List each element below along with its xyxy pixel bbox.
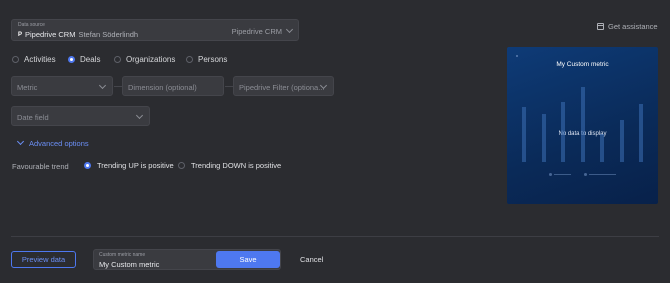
filter-placeholder: Pipedrive Filter (optiona...	[239, 83, 325, 92]
radio-deals[interactable]: Deals	[68, 55, 100, 64]
radio-indicator-selected	[68, 56, 75, 63]
legend-line	[589, 174, 616, 175]
placeholder-bar	[580, 87, 585, 162]
calendar-icon	[597, 23, 604, 30]
placeholder-bar	[561, 102, 565, 162]
divider	[114, 86, 122, 87]
save-button[interactable]: Save	[216, 251, 280, 268]
placeholder-bar	[522, 107, 526, 162]
radio-indicator	[12, 56, 19, 63]
radio-indicator	[114, 56, 121, 63]
radio-label: Persons	[198, 55, 228, 64]
metric-select[interactable]: Metric	[11, 76, 113, 96]
radio-label: Deals	[80, 55, 101, 64]
legend-dot	[584, 173, 587, 176]
placeholder-bar	[600, 134, 604, 162]
card-corner-mark	[516, 55, 518, 57]
data-source-caption: Data source	[18, 22, 45, 28]
radio-label: Organizations	[126, 55, 176, 64]
legend-line	[554, 174, 571, 175]
chevron-down-icon	[285, 25, 294, 34]
data-source-selected: Pipedrive CRM	[231, 27, 282, 36]
chevron-down-icon	[135, 111, 144, 120]
favourable-trend-label: Favourable trend	[12, 162, 69, 171]
radio-indicator-selected	[84, 162, 91, 169]
data-source-user: Stefan Söderlindh	[78, 30, 139, 39]
radio-indicator	[186, 56, 193, 63]
trend-down-radio[interactable]: Trending DOWN is positive	[178, 161, 281, 170]
get-assistance-link[interactable]: Get assistance	[597, 22, 658, 31]
chevron-down-icon	[98, 81, 107, 90]
data-source-app: Pipedrive CRM	[25, 30, 76, 39]
trend-up-radio[interactable]: Trending UP is positive	[84, 161, 174, 170]
radio-persons[interactable]: Persons	[186, 55, 227, 64]
divider	[225, 86, 233, 87]
placeholder-bar	[619, 120, 624, 162]
name-field-value: My Custom metric	[99, 260, 160, 269]
trend-up-label: Trending UP is positive	[97, 161, 174, 170]
placeholder-bar	[639, 104, 643, 162]
radio-organizations[interactable]: Organizations	[114, 55, 175, 64]
get-assistance-label: Get assistance	[608, 22, 658, 31]
trend-down-label: Trending DOWN is positive	[191, 161, 282, 170]
preview-card-title: My Custom metric	[556, 61, 609, 68]
radio-label: Activities	[24, 55, 56, 64]
date-field-select[interactable]: Date field	[11, 106, 150, 126]
pipedrive-logo-icon: P	[18, 31, 23, 38]
chevron-down-icon	[16, 137, 25, 146]
footer-divider	[11, 236, 659, 237]
dimension-select[interactable]: Dimension (optional)	[122, 76, 224, 96]
placeholder-bar	[541, 114, 546, 162]
radio-indicator	[178, 162, 185, 169]
legend-dot	[549, 173, 552, 176]
advanced-options-label: Advanced options	[29, 139, 89, 148]
data-source-value: P Pipedrive CRM Stefan Söderlindh	[18, 30, 138, 39]
metric-preview-card: My Custom metric No data to display	[507, 47, 658, 204]
preview-data-button[interactable]: Preview data	[11, 251, 76, 268]
date-field-placeholder: Date field	[17, 113, 49, 122]
pipedrive-filter-select[interactable]: Pipedrive Filter (optiona...	[233, 76, 334, 96]
data-source-select[interactable]: Data source P Pipedrive CRM Stefan Söder…	[11, 19, 299, 41]
metric-placeholder: Metric	[17, 83, 38, 92]
radio-activities[interactable]: Activities	[12, 55, 56, 64]
cancel-button[interactable]: Cancel	[300, 255, 323, 264]
name-field-caption: Custom metric name	[99, 252, 146, 258]
dimension-placeholder: Dimension (optional)	[128, 83, 197, 92]
advanced-options-toggle[interactable]: Advanced options	[16, 137, 89, 148]
